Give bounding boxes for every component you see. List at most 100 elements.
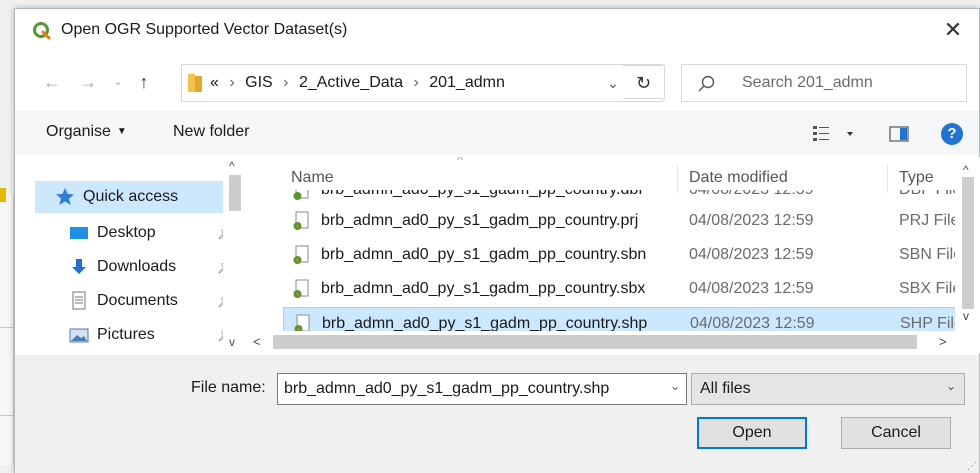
navigation-pane: Quick access Desktop 📌︎ Downloads 📌︎ Doc… bbox=[15, 157, 247, 353]
file-row[interactable]: brb_admn_ad0_py_s1_gadm_pp_country.prj 0… bbox=[283, 205, 973, 238]
open-file-dialog: Open OGR Supported Vector Dataset(s) ✕ ←… bbox=[14, 8, 980, 473]
column-divider[interactable] bbox=[887, 165, 888, 193]
breadcrumb-item[interactable]: 201_admn bbox=[429, 74, 505, 91]
breadcrumb: « › GIS › 2_Active_Data › 201_admn bbox=[210, 74, 505, 92]
file-type: SBX File bbox=[899, 280, 962, 297]
column-header-name[interactable]: Name bbox=[291, 169, 334, 187]
background-panel-strip bbox=[0, 195, 14, 465]
pictures-icon bbox=[69, 328, 89, 343]
column-header-date[interactable]: Date modified bbox=[689, 169, 788, 187]
file-list-vertical-scrollbar[interactable]: ^ v bbox=[955, 157, 980, 353]
dialog-footer: File name: brb_admn_ad0_py_s1_gadm_pp_co… bbox=[15, 355, 979, 473]
chevron-down-icon[interactable]: ⌄ bbox=[604, 73, 622, 93]
search-input[interactable]: Search 201_admn bbox=[681, 64, 967, 102]
chevron-right-icon: › bbox=[229, 74, 235, 91]
file-type-filter[interactable]: All files ⌄ bbox=[691, 373, 965, 405]
file-type: DBF File bbox=[899, 190, 961, 199]
chevron-down-icon[interactable]: ⌄ bbox=[670, 379, 680, 393]
nav-item-downloads[interactable]: Downloads 📌︎ bbox=[35, 251, 235, 283]
caret-down-icon: ▼ bbox=[116, 126, 127, 137]
new-folder-button[interactable]: New folder bbox=[173, 123, 249, 141]
file-name-field[interactable]: brb_admn_ad0_py_s1_gadm_pp_country.shp ⌄ bbox=[277, 373, 687, 405]
file-type-filter-value: All files bbox=[700, 380, 751, 397]
scroll-thumb[interactable] bbox=[229, 175, 241, 211]
breadcrumb-overflow[interactable]: « bbox=[210, 74, 219, 91]
download-arrow-icon bbox=[72, 259, 86, 274]
document-icon bbox=[72, 291, 86, 310]
file-list: ^ Name Date modified Type brb_admn_ad0_p… bbox=[247, 157, 980, 353]
column-divider[interactable] bbox=[677, 165, 678, 193]
scroll-up-icon[interactable]: ^ bbox=[963, 163, 969, 177]
file-row[interactable]: brb_admn_ad0_py_s1_gadm_pp_country.sbx 0… bbox=[283, 273, 973, 306]
address-bar[interactable]: « › GIS › 2_Active_Data › 201_admn ⌄ bbox=[181, 64, 663, 102]
cancel-button[interactable]: Cancel bbox=[841, 417, 951, 449]
nav-item-documents[interactable]: Documents 📌︎ bbox=[35, 285, 235, 317]
nav-item-pictures[interactable]: Pictures 📌︎ bbox=[35, 319, 235, 351]
recent-locations-chevron-icon[interactable]: ⌄ bbox=[107, 71, 129, 93]
preview-pane-icon[interactable] bbox=[889, 125, 909, 143]
desktop-icon bbox=[70, 227, 88, 239]
file-date: 04/08/2023 12:59 bbox=[689, 246, 814, 263]
file-date: 04/08/2023 12:59 bbox=[689, 280, 814, 297]
file-date: 04/08/2023 12:59 bbox=[689, 190, 814, 199]
chevron-right-icon: › bbox=[413, 74, 419, 91]
nav-scrollbar[interactable]: ^ v bbox=[223, 157, 247, 353]
refresh-icon[interactable]: ↻ bbox=[623, 65, 665, 99]
title-bar: Open OGR Supported Vector Dataset(s) ✕ bbox=[15, 9, 979, 51]
help-icon[interactable]: ? bbox=[941, 123, 963, 145]
up-arrow-icon[interactable]: ↑ bbox=[133, 71, 155, 93]
breadcrumb-item[interactable]: 2_Active_Data bbox=[299, 74, 403, 91]
nav-item-label: Downloads bbox=[97, 258, 177, 275]
chevron-down-icon[interactable]: ⌄ bbox=[946, 379, 956, 393]
back-arrow-icon[interactable]: ← bbox=[41, 71, 63, 93]
qgis-file-icon bbox=[293, 211, 309, 230]
file-date: 04/08/2023 12:59 bbox=[689, 212, 814, 229]
folder-icon bbox=[188, 74, 202, 92]
search-placeholder: Search 201_admn bbox=[742, 74, 873, 91]
nav-item-label: Quick access bbox=[83, 188, 179, 205]
scroll-up-icon[interactable]: ^ bbox=[229, 159, 235, 173]
nav-item-label: Documents bbox=[97, 292, 178, 309]
scroll-thumb[interactable] bbox=[273, 335, 917, 349]
file-list-horizontal-scrollbar[interactable]: < > bbox=[247, 331, 955, 353]
scroll-right-icon[interactable]: > bbox=[939, 334, 947, 349]
change-view-icon[interactable] bbox=[813, 125, 859, 143]
column-header-type[interactable]: Type bbox=[899, 169, 934, 187]
scroll-down-icon[interactable]: v bbox=[963, 309, 969, 323]
nav-item-label: Desktop bbox=[97, 224, 156, 241]
close-icon[interactable]: ✕ bbox=[939, 17, 967, 43]
chevron-right-icon: › bbox=[283, 74, 289, 91]
qgis-logo-icon bbox=[33, 22, 51, 40]
open-button[interactable]: Open bbox=[697, 417, 807, 449]
qgis-file-icon bbox=[293, 245, 309, 264]
file-row[interactable]: brb_admn_ad0_py_s1_gadm_pp_country.dbf 0… bbox=[283, 190, 973, 204]
search-icon bbox=[698, 75, 715, 92]
sort-ascending-icon: ^ bbox=[457, 157, 463, 167]
command-bar: Organise ▼ New folder ? bbox=[15, 111, 979, 155]
qgis-file-icon bbox=[293, 279, 309, 298]
nav-item-label: Pictures bbox=[97, 326, 155, 343]
scroll-left-icon[interactable]: < bbox=[253, 334, 261, 349]
window-title: Open OGR Supported Vector Dataset(s) bbox=[61, 21, 348, 38]
file-type: PRJ File bbox=[899, 212, 960, 229]
qgis-file-icon bbox=[293, 190, 309, 200]
file-name: brb_admn_ad0_py_s1_gadm_pp_country.sbx bbox=[321, 280, 646, 297]
scroll-thumb[interactable] bbox=[962, 177, 974, 309]
background-divider bbox=[0, 415, 14, 416]
nav-item-desktop[interactable]: Desktop 📌︎ bbox=[35, 217, 235, 249]
background-marker bbox=[0, 188, 6, 202]
star-icon bbox=[56, 188, 74, 205]
nav-item-quick-access[interactable]: Quick access bbox=[35, 181, 223, 213]
file-row[interactable]: brb_admn_ad0_py_s1_gadm_pp_country.sbn 0… bbox=[283, 239, 973, 272]
breadcrumb-item[interactable]: GIS bbox=[245, 74, 273, 91]
organise-menu-button[interactable]: Organise ▼ bbox=[46, 123, 127, 141]
file-name: brb_admn_ad0_py_s1_gadm_pp_country.prj bbox=[321, 212, 639, 229]
file-name: brb_admn_ad0_py_s1_gadm_pp_country.sbn bbox=[321, 246, 647, 263]
forward-arrow-icon[interactable]: → bbox=[77, 71, 99, 93]
file-type: SBN File bbox=[899, 246, 963, 263]
scroll-down-icon[interactable]: v bbox=[229, 335, 235, 349]
organise-label: Organise bbox=[46, 123, 111, 140]
resize-grip-icon[interactable]: ⋰ bbox=[967, 461, 977, 472]
file-name-value[interactable]: brb_admn_ad0_py_s1_gadm_pp_country.shp bbox=[284, 380, 609, 398]
file-name-label: File name: bbox=[191, 379, 266, 396]
